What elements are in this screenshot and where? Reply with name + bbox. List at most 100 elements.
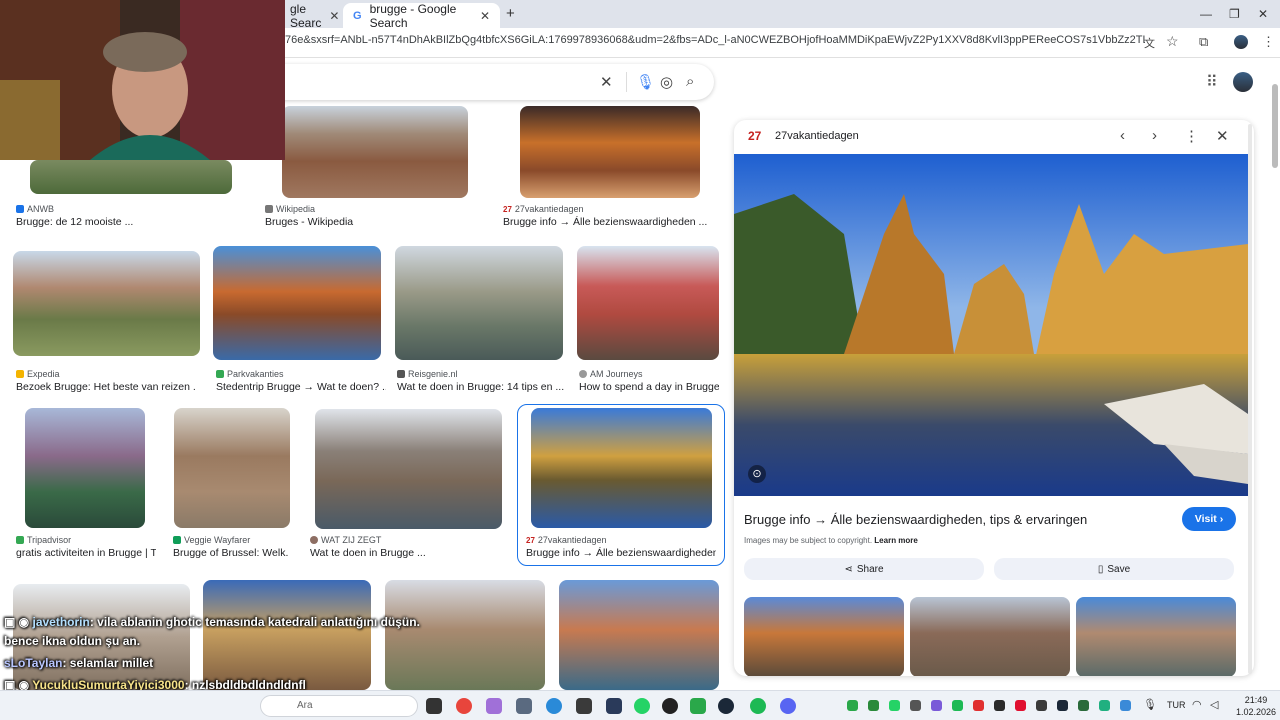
result-title[interactable]: Wat te doen in Brugge: 14 tips en ...	[397, 381, 567, 393]
account-avatar[interactable]	[1233, 72, 1253, 92]
result-title[interactable]: Stedentrip Brugge → Wat te doen? ...	[216, 381, 386, 393]
result-source[interactable]: Reisgenie.nl	[397, 369, 458, 379]
app-icon[interactable]	[576, 698, 592, 714]
app-icon[interactable]	[606, 698, 622, 714]
more-options-icon[interactable]: ⋮	[1184, 127, 1199, 145]
related-image[interactable]	[910, 597, 1070, 676]
tray-icon[interactable]	[973, 700, 984, 711]
folder-icon[interactable]	[516, 698, 532, 714]
taskbar-search[interactable]: Ara	[260, 695, 418, 717]
tab-previous[interactable]: gle Searc ✕	[280, 2, 342, 30]
language-indicator[interactable]: TUR	[1167, 700, 1186, 710]
result-title[interactable]: Bruges - Wikipedia	[265, 216, 465, 228]
result-image-selected[interactable]	[531, 408, 712, 528]
microphone-tray-icon[interactable]: 🎙	[1143, 698, 1157, 711]
bookmark-star-icon[interactable]: ☆	[1166, 33, 1179, 50]
profile-avatar[interactable]	[1234, 35, 1248, 49]
chevron-left-icon[interactable]: ‹	[1120, 127, 1125, 144]
result-image[interactable]	[385, 580, 545, 690]
clear-icon[interactable]: ✕	[600, 73, 613, 91]
close-panel-icon[interactable]: ✕	[1216, 127, 1229, 145]
tray-icon[interactable]	[994, 700, 1005, 711]
lens-icon[interactable]: ◎	[660, 73, 673, 91]
result-source[interactable]: ANWB	[16, 204, 54, 214]
steam-icon[interactable]	[718, 698, 734, 714]
search-icon[interactable]: ⌕	[686, 73, 694, 90]
window-close-icon[interactable]: ✕	[1258, 7, 1268, 21]
tray-icon[interactable]	[1078, 700, 1089, 711]
tray-icon[interactable]	[1120, 700, 1131, 711]
visit-button[interactable]: Visit ›	[1182, 507, 1236, 531]
result-title[interactable]: Brugge info → Álle bezienswaardigheden .…	[503, 216, 713, 228]
result-image[interactable]	[203, 580, 371, 690]
panel-title[interactable]: Brugge info → Álle bezienswaardigheden, …	[744, 512, 1087, 527]
tray-icon[interactable]	[847, 700, 858, 711]
task-view-icon[interactable]	[426, 698, 442, 714]
result-title[interactable]: Brugge of Brussel: Welk...	[173, 547, 288, 559]
url-field[interactable]: 76e&sxsrf=ANbL-n57T4nDhAkBIlZbQg4tbfcXS6…	[285, 34, 1145, 46]
tab-active[interactable]: G brugge - Google Search ✕	[343, 2, 500, 30]
result-source[interactable]: Veggie Wayfarer	[173, 535, 250, 545]
tray-icon[interactable]	[1057, 700, 1068, 711]
page-scrollbar[interactable]	[1272, 84, 1278, 168]
result-image[interactable]	[315, 409, 502, 529]
spotify-icon[interactable]	[750, 698, 766, 714]
share-button[interactable]: ⋖ Share	[744, 558, 984, 580]
tray-icon[interactable]	[868, 700, 879, 711]
tray-icon[interactable]	[910, 700, 921, 711]
tray-icon[interactable]	[1036, 700, 1047, 711]
chrome-icon[interactable]	[456, 698, 472, 714]
tray-icon[interactable]	[1099, 700, 1110, 711]
result-title[interactable]: Brugge: de 12 mooiste ...	[16, 216, 216, 228]
related-image[interactable]	[744, 597, 904, 676]
panel-source[interactable]: 27vakantiedagen	[775, 130, 859, 142]
volume-icon[interactable]: ◁	[1210, 698, 1218, 711]
result-image[interactable]	[13, 251, 200, 356]
minimize-icon[interactable]: —	[1200, 7, 1212, 21]
result-source[interactable]: Wikipedia	[265, 204, 315, 214]
panel-scrollbar[interactable]	[1248, 124, 1252, 674]
preview-image[interactable]	[734, 154, 1248, 496]
result-image[interactable]	[25, 408, 145, 528]
result-source[interactable]: AM Journeys	[579, 369, 643, 379]
close-icon[interactable]: ✕	[329, 9, 339, 23]
save-button[interactable]: ▯ Save	[994, 558, 1234, 580]
result-source[interactable]: Expedia	[16, 369, 60, 379]
lens-search-icon[interactable]: ⊙	[748, 465, 766, 483]
wifi-icon[interactable]: ◠	[1192, 698, 1202, 711]
result-source[interactable]: Parkvakanties	[216, 369, 284, 379]
whatsapp-icon[interactable]	[634, 698, 650, 714]
result-source[interactable]: 27 27vakantiedagen	[526, 535, 606, 545]
result-title[interactable]: How to spend a day in Brugge...	[579, 381, 719, 393]
edge-icon[interactable]	[546, 698, 562, 714]
result-image[interactable]	[520, 106, 700, 198]
result-image[interactable]	[30, 160, 232, 194]
result-image[interactable]	[559, 580, 719, 690]
apps-grid-icon[interactable]: ⠿	[1206, 72, 1218, 92]
search-box[interactable]: ✕ 🎙 ◎ ⌕	[270, 64, 714, 100]
tray-icon[interactable]	[931, 700, 942, 711]
clock[interactable]: 21:49 1.02.2026	[1236, 694, 1276, 718]
result-title[interactable]: Brugge info → Álle bezienswaardigheden .…	[526, 547, 716, 559]
result-source[interactable]: Tripadvisor	[16, 535, 71, 545]
result-title[interactable]: gratis activiteiten in Brugge | T...	[16, 547, 156, 559]
app-icon[interactable]	[690, 698, 706, 714]
translate-icon[interactable]: 文	[1144, 35, 1155, 51]
tray-icon[interactable]	[952, 700, 963, 711]
result-title[interactable]: Wat te doen in Brugge ...	[310, 547, 490, 559]
result-image[interactable]	[577, 246, 719, 360]
obs-icon[interactable]	[662, 698, 678, 714]
copilot-icon[interactable]	[486, 698, 502, 714]
menu-kebab-icon[interactable]: ⋮	[1262, 34, 1275, 50]
result-source[interactable]: WAT ZIJ ZEGT	[310, 535, 381, 545]
related-image[interactable]	[1076, 597, 1236, 676]
result-image[interactable]	[282, 106, 468, 198]
new-tab-button[interactable]: +	[506, 5, 515, 22]
result-source[interactable]: 27 27vakantiedagen	[503, 204, 583, 214]
microphone-icon[interactable]: 🎙	[636, 73, 655, 91]
close-icon[interactable]: ✕	[480, 9, 490, 23]
extensions-icon[interactable]: ⧉	[1199, 34, 1208, 50]
tray-icon[interactable]	[889, 700, 900, 711]
discord-icon[interactable]	[780, 698, 796, 714]
result-image[interactable]	[213, 246, 381, 360]
